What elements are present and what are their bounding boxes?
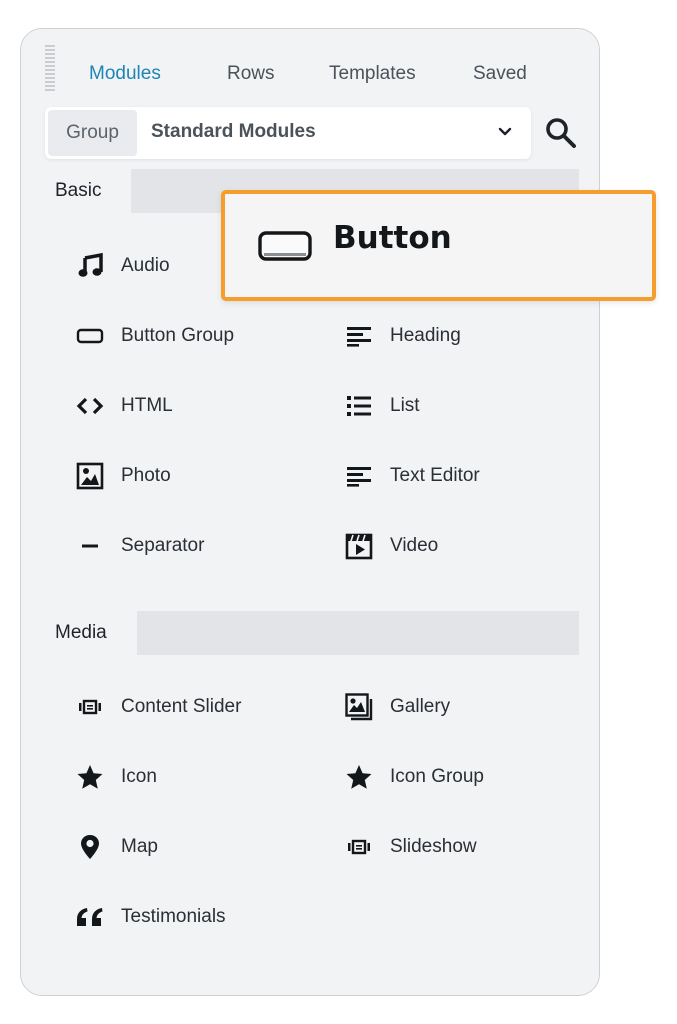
map-pin-icon — [75, 832, 105, 862]
section-title: Basic — [33, 169, 124, 213]
module-label: Gallery — [390, 696, 451, 717]
module-label: Map — [121, 836, 158, 857]
module-label: Content Slider — [121, 696, 242, 717]
module-label: Icon Group — [390, 766, 484, 787]
module-label: Testimonials — [121, 906, 226, 927]
slider-icon — [75, 692, 105, 722]
panel-tabs: Modules Rows Templates Saved — [21, 63, 599, 87]
star-icon — [75, 762, 105, 792]
button-group-icon — [75, 321, 105, 351]
tab-templates[interactable]: Templates — [329, 63, 416, 85]
code-icon — [75, 391, 105, 421]
photo-icon — [75, 461, 105, 491]
video-icon — [344, 531, 374, 561]
search-icon[interactable] — [543, 115, 579, 151]
tab-saved[interactable]: Saved — [473, 63, 527, 85]
module-heading[interactable]: Heading — [344, 319, 461, 353]
module-label: List — [390, 395, 420, 416]
module-map[interactable]: Map — [75, 830, 158, 864]
section-divider — [137, 611, 579, 655]
module-photo[interactable]: Photo — [75, 459, 171, 493]
separator-icon — [75, 531, 105, 561]
module-label: Button Group — [121, 325, 235, 346]
module-icon[interactable]: Icon — [75, 760, 157, 794]
module-label: Slideshow — [390, 836, 477, 857]
module-html[interactable]: HTML — [75, 389, 173, 423]
module-video[interactable]: Video — [344, 529, 438, 563]
module-content-slider[interactable]: Content Slider — [75, 690, 241, 724]
chevron-down-icon — [498, 127, 512, 136]
drag-preview-label: Button — [333, 220, 452, 256]
module-label: Audio — [121, 255, 170, 276]
module-label: HTML — [121, 395, 173, 416]
section-title: Media — [33, 611, 129, 655]
module-label: Video — [390, 535, 439, 556]
module-label: Separator — [121, 535, 205, 556]
section-header-media: Media — [33, 611, 579, 657]
module-icon-group[interactable]: Icon Group — [344, 760, 484, 794]
slider-icon — [344, 832, 374, 862]
module-panel: Modules Rows Templates Saved Group Stand… — [20, 28, 600, 996]
list-icon — [344, 391, 374, 421]
module-separator[interactable]: Separator — [75, 529, 204, 563]
module-label: Icon — [121, 766, 157, 787]
heading-icon — [344, 321, 374, 351]
tab-rows[interactable]: Rows — [227, 63, 275, 85]
group-select-label: Group — [48, 110, 137, 156]
tab-modules[interactable]: Modules — [89, 63, 161, 85]
module-label: Text Editor — [390, 465, 480, 486]
module-slideshow[interactable]: Slideshow — [344, 830, 477, 864]
group-select-value: Standard Modules — [151, 121, 316, 142]
module-gallery[interactable]: Gallery — [344, 690, 450, 724]
star-icon — [344, 762, 374, 792]
quote-icon — [75, 902, 105, 932]
module-list[interactable]: List — [344, 389, 420, 423]
module-testimonials[interactable]: Testimonials — [75, 900, 226, 934]
button-icon — [257, 228, 313, 264]
module-label: Photo — [121, 465, 171, 486]
text-editor-icon — [344, 461, 374, 491]
group-select[interactable]: Group Standard Modules — [45, 107, 531, 159]
gallery-icon — [344, 692, 374, 722]
module-button-group[interactable]: Button Group — [75, 319, 234, 353]
music-note-icon — [75, 251, 105, 281]
module-audio[interactable]: Audio — [75, 249, 170, 283]
module-text-editor[interactable]: Text Editor — [344, 459, 480, 493]
module-label: Heading — [390, 325, 461, 346]
drag-preview-button[interactable]: Button — [221, 190, 656, 301]
